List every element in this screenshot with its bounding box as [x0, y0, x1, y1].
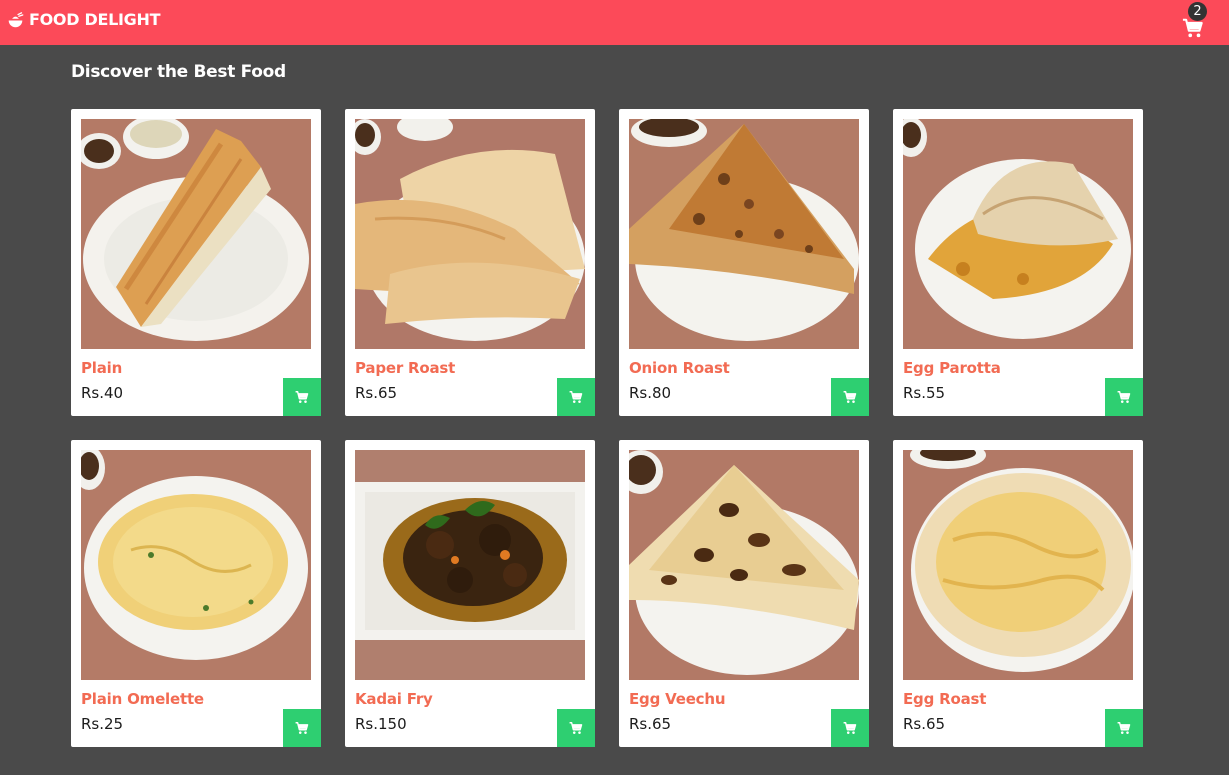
food-name: Kadai Fry [355, 690, 433, 708]
food-price: Rs.65 [629, 715, 672, 733]
food-name: Plain [81, 359, 123, 377]
food-name: Egg Veechu [629, 690, 726, 708]
cart-icon [843, 391, 857, 403]
food-image [903, 450, 1133, 680]
cart-button[interactable]: 2 [1180, 2, 1212, 39]
cart-count-badge: 2 [1188, 2, 1207, 21]
food-price: Rs.55 [903, 384, 946, 402]
food-card: Paper Roast Rs.65 [345, 109, 595, 416]
food-image [629, 119, 859, 349]
add-to-cart-button[interactable] [283, 709, 321, 747]
cart-icon [295, 391, 309, 403]
food-name: Onion Roast [629, 359, 730, 377]
food-name: Paper Roast [355, 359, 456, 377]
add-to-cart-button[interactable] [557, 709, 595, 747]
brand-logo-link[interactable]: FOOD DELIGHT [7, 9, 160, 31]
cart-icon [569, 722, 583, 734]
food-name: Egg Roast [903, 690, 987, 708]
food-card: Egg Parotta Rs.55 [893, 109, 1143, 416]
food-card: Egg Veechu Rs.65 [619, 440, 869, 747]
food-price: Rs.25 [81, 715, 124, 733]
food-card: Egg Roast Rs.65 [893, 440, 1143, 747]
add-to-cart-button[interactable] [283, 378, 321, 416]
food-grid: Plain Rs.40 Paper Roast Rs.65 Onion Roas… [71, 109, 1143, 747]
food-price: Rs.65 [355, 384, 398, 402]
food-image [629, 450, 859, 680]
food-image [355, 450, 585, 680]
food-name: Egg Parotta [903, 359, 1001, 377]
cart-icon [843, 722, 857, 734]
add-to-cart-button[interactable] [831, 378, 869, 416]
food-card: Kadai Fry Rs.150 [345, 440, 595, 747]
page-title: Discover the Best Food [71, 62, 286, 82]
food-price: Rs.40 [81, 384, 124, 402]
brand-name: FOOD DELIGHT [29, 10, 161, 29]
food-card: Onion Roast Rs.80 [619, 109, 869, 416]
add-to-cart-button[interactable] [1105, 709, 1143, 747]
cart-icon [569, 391, 583, 403]
top-navbar: FOOD DELIGHT 2 [0, 0, 1229, 45]
food-name: Plain Omelette [81, 690, 204, 708]
cart-icon [1117, 722, 1131, 734]
food-image [81, 450, 311, 680]
add-to-cart-button[interactable] [1105, 378, 1143, 416]
food-bowl-icon [8, 11, 24, 27]
cart-icon [1117, 391, 1131, 403]
food-image [355, 119, 585, 349]
food-price: Rs.150 [355, 715, 407, 733]
add-to-cart-button[interactable] [831, 709, 869, 747]
food-image [903, 119, 1133, 349]
food-price: Rs.65 [903, 715, 946, 733]
cart-icon [295, 722, 309, 734]
food-card: Plain Rs.40 [71, 109, 321, 416]
food-card: Plain Omelette Rs.25 [71, 440, 321, 747]
food-image [81, 119, 311, 349]
add-to-cart-button[interactable] [557, 378, 595, 416]
food-price: Rs.80 [629, 384, 672, 402]
